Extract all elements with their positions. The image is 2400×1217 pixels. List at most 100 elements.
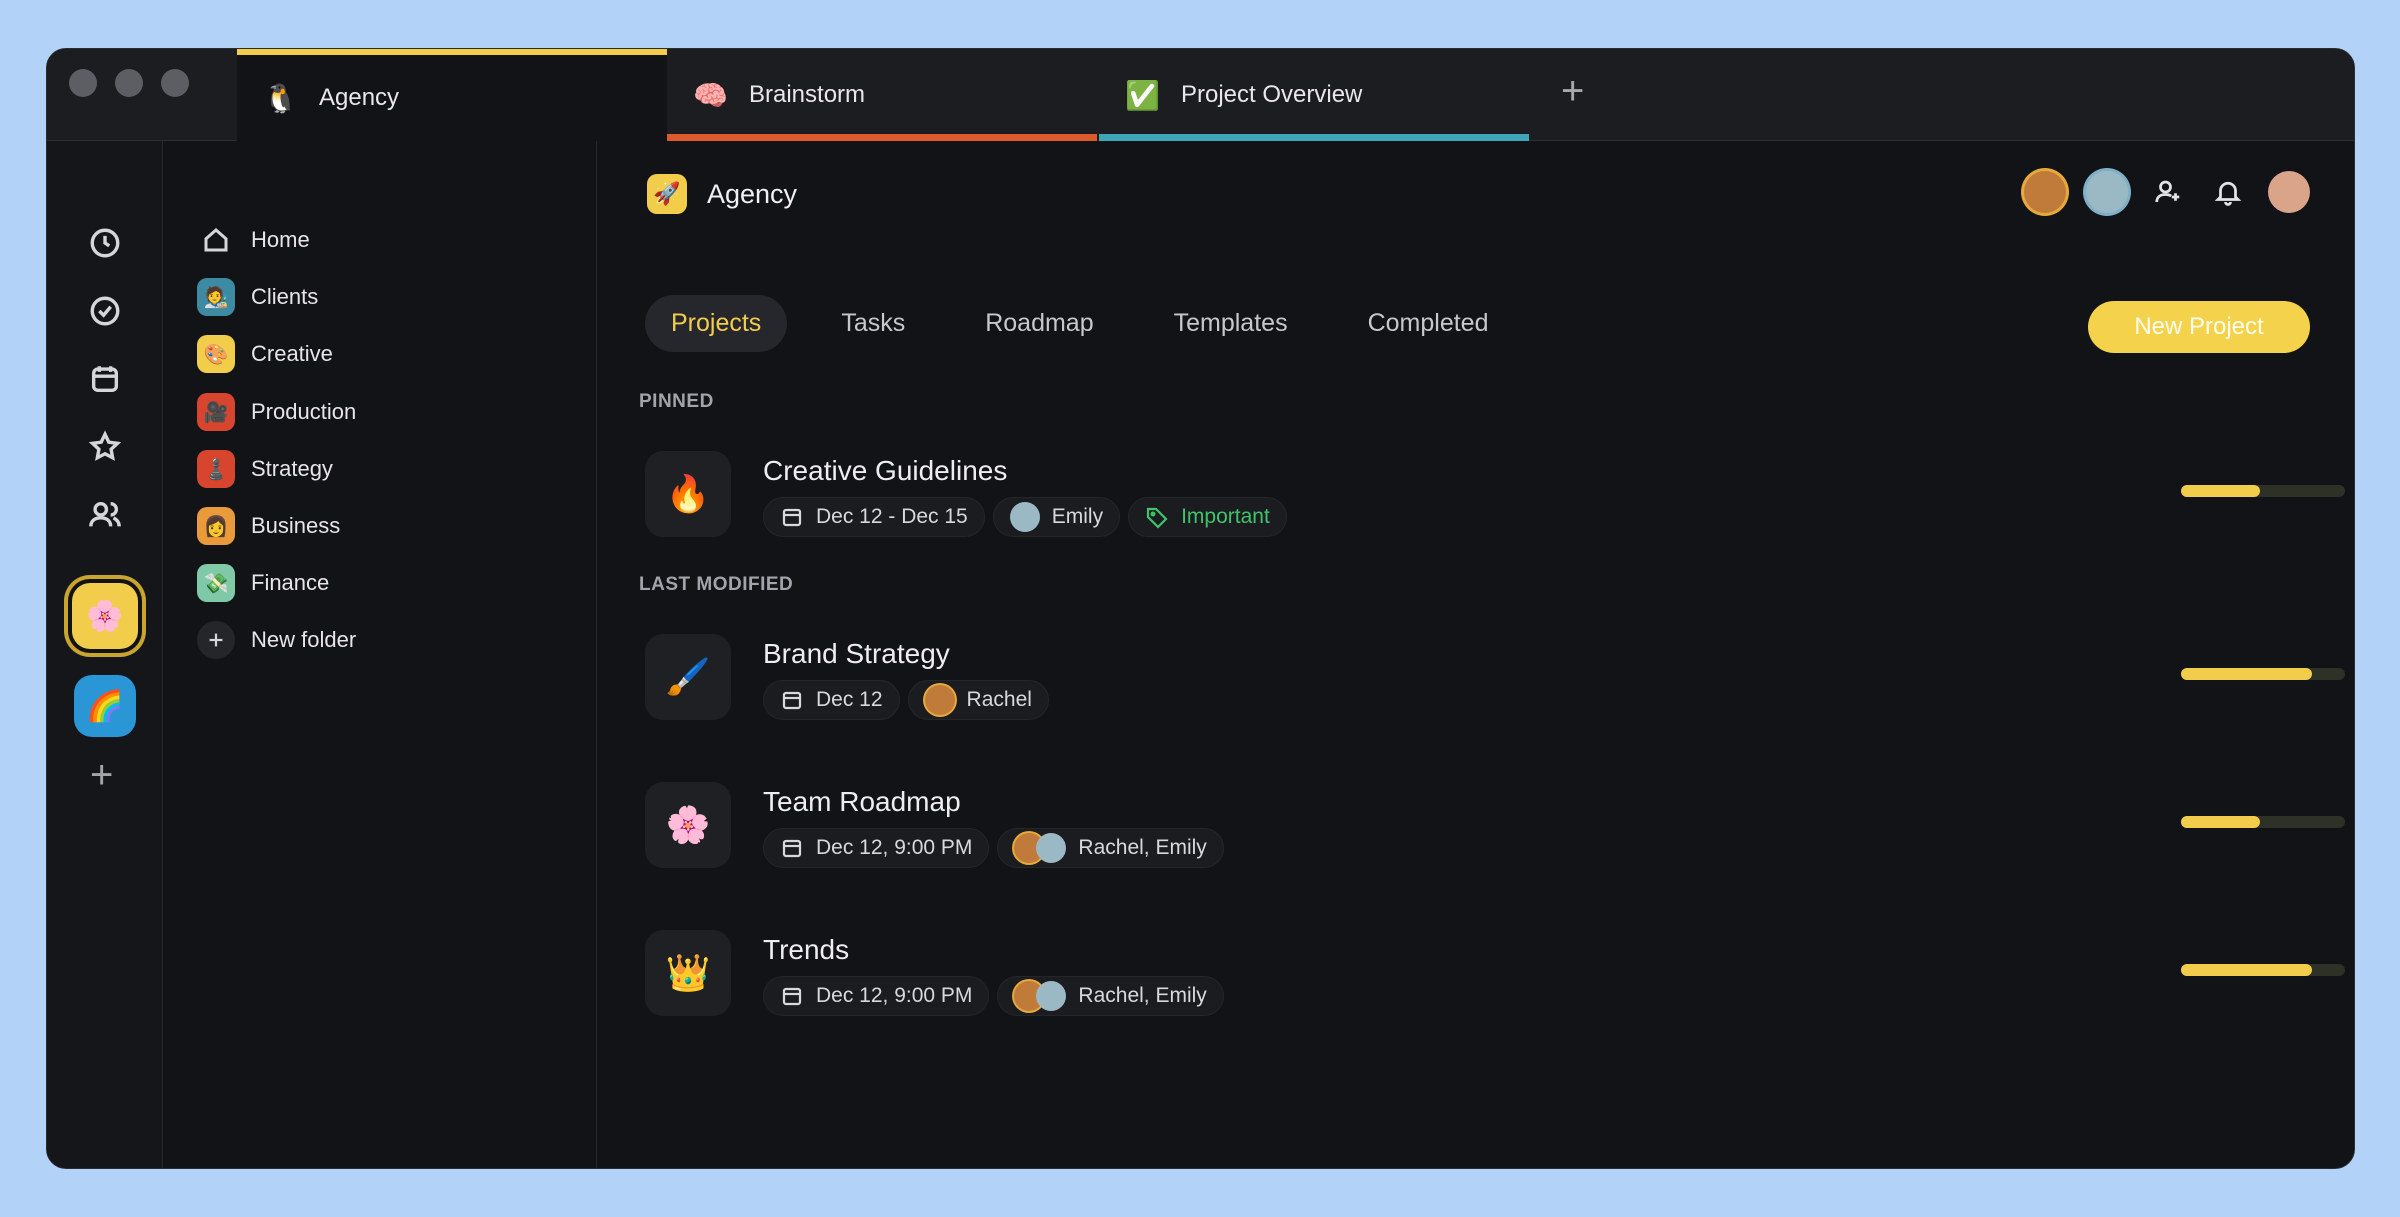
sidebar-item-label: Creative <box>251 341 333 366</box>
progress-bar <box>2181 668 2345 680</box>
close-window-button[interactable] <box>69 69 97 97</box>
flower-icon: 🌸 <box>645 782 731 868</box>
tab-projects[interactable]: Projects <box>645 295 788 352</box>
tab-templates[interactable]: Templates <box>1148 295 1314 352</box>
tab-underline <box>1099 134 1529 141</box>
tab-label: Brainstorm <box>749 81 866 108</box>
project-title[interactable]: Brand Strategy <box>763 638 950 670</box>
people-icon[interactable] <box>85 495 125 535</box>
sidebar-item-label: Finance <box>251 570 330 595</box>
user-avatar[interactable] <box>2268 171 2310 213</box>
calendar-icon[interactable] <box>85 359 125 399</box>
tag-chip[interactable]: Important <box>1128 497 1287 537</box>
rocket-icon: 🚀 <box>647 174 687 214</box>
assignee-chip[interactable]: Rachel, Emily <box>997 828 1224 868</box>
sidebar-item-creative[interactable]: 🎨 Creative <box>197 334 333 374</box>
assignee-label: Emily <box>1051 505 1104 528</box>
project-meta: Dec 12, 9:00 PM Rachel, Emily <box>763 828 1224 868</box>
tab-tasks[interactable]: Tasks <box>815 295 931 352</box>
tab-roadmap[interactable]: Roadmap <box>959 295 1119 352</box>
title-bar: 🐧 Agency 🧠 Brainstorm ✅ Project Overview… <box>47 49 2354 141</box>
space-button-rainbow[interactable]: 🌈 <box>74 675 136 737</box>
check-icon: ✅ <box>1125 79 1160 111</box>
fire-icon: 🔥 <box>645 451 731 537</box>
progress-fill <box>2181 964 2313 976</box>
palette-icon: 🎨 <box>197 335 235 373</box>
sidebar-item-finance[interactable]: 💸 Finance <box>197 563 329 603</box>
camera-icon: 🎥 <box>197 393 235 431</box>
assignee-chip[interactable]: Rachel, Emily <box>997 976 1224 1016</box>
date-label: Dec 12, 9:00 PM <box>816 984 973 1007</box>
date-chip[interactable]: Dec 12, 9:00 PM <box>763 976 990 1016</box>
project-row[interactable]: 🖌️ Brand Strategy Dec 12 Rachel <box>645 634 2345 724</box>
tab-underline <box>667 134 1097 141</box>
crown-icon: 👑 <box>645 930 731 1016</box>
maximize-window-button[interactable] <box>161 69 189 97</box>
avatar <box>924 685 955 715</box>
progress-bar <box>2181 485 2345 497</box>
bell-icon[interactable] <box>2208 172 2248 212</box>
plus-icon <box>197 621 235 659</box>
space-button-flower[interactable]: 🌸 <box>72 583 138 649</box>
section-label-pinned: PINNED <box>639 391 714 412</box>
star-icon[interactable] <box>85 427 125 467</box>
date-chip[interactable]: Dec 12 - Dec 15 <box>763 497 985 537</box>
agency-tab-icon: 🐧 <box>263 82 298 114</box>
workspace-header: 🚀 Agency <box>647 174 797 214</box>
sidebar-item-production[interactable]: 🎥 Production <box>197 392 356 432</box>
sidebar-item-clients[interactable]: 🧑‍🎨 Clients <box>197 277 318 317</box>
date-label: Dec 12 <box>816 688 883 711</box>
tab-agency[interactable]: 🐧 Agency <box>237 49 667 141</box>
tab-label: Agency <box>319 84 400 111</box>
avatar-stack <box>1014 981 1067 1011</box>
calendar-icon <box>782 691 802 710</box>
rainbow-icon: 🌈 <box>86 689 124 723</box>
assignee-label: Rachel, Emily <box>1078 984 1207 1007</box>
tag-label: Important <box>1181 505 1270 528</box>
tab-label: Project Overview <box>1181 81 1363 108</box>
date-chip[interactable]: Dec 12 <box>763 680 900 720</box>
avatar <box>1036 833 1067 863</box>
chess-icon: ♟️ <box>197 450 235 488</box>
sidebar-item-label: Strategy <box>251 456 333 481</box>
icon-rail: 🌸 🌈 + <box>47 141 163 1168</box>
project-title[interactable]: Trends <box>763 934 849 966</box>
tab-project-overview[interactable]: ✅ Project Overview <box>1099 49 1529 141</box>
clients-icon: 🧑‍🎨 <box>197 278 235 316</box>
add-user-icon[interactable] <box>2148 172 2188 212</box>
brain-icon: 🧠 <box>693 79 728 111</box>
tab-brainstorm[interactable]: 🧠 Brainstorm <box>667 49 1097 141</box>
minimize-window-button[interactable] <box>115 69 143 97</box>
project-title[interactable]: Creative Guidelines <box>763 455 1007 487</box>
assignee-chip[interactable]: Emily <box>992 497 1121 537</box>
check-circle-icon[interactable] <box>85 291 125 331</box>
avatar <box>1036 981 1067 1011</box>
project-row[interactable]: 🌸 Team Roadmap Dec 12, 9:00 PM Rachel, E… <box>645 782 2345 872</box>
project-meta: Dec 12, 9:00 PM Rachel, Emily <box>763 976 1224 1016</box>
tab-completed[interactable]: Completed <box>1342 295 1515 352</box>
flower-icon: 🌸 <box>86 599 124 633</box>
sidebar-item-label: Business <box>251 513 341 538</box>
new-folder-button[interactable]: New folder <box>197 620 356 660</box>
avatar[interactable] <box>2024 171 2066 213</box>
sidebar-item-home[interactable]: Home <box>197 220 310 260</box>
avatar[interactable] <box>2086 171 2128 213</box>
folder-sidebar: Home 🧑‍🎨 Clients 🎨 Creative 🎥 Production… <box>163 141 597 1168</box>
clock-icon[interactable] <box>85 223 125 263</box>
sidebar-item-label: Production <box>251 399 357 424</box>
avatar-stack <box>1014 833 1067 863</box>
sidebar-item-strategy[interactable]: ♟️ Strategy <box>197 449 333 489</box>
new-project-button[interactable]: New Project <box>2088 301 2310 353</box>
assignee-label: Rachel, Emily <box>1078 836 1207 859</box>
add-tab-button[interactable]: + <box>1561 71 1584 111</box>
project-row[interactable]: 🔥 Creative Guidelines Dec 12 - Dec 15 Em… <box>645 451 2345 541</box>
assignee-chip[interactable]: Rachel <box>907 680 1049 720</box>
add-space-button[interactable]: + <box>90 753 113 798</box>
project-title[interactable]: Team Roadmap <box>763 786 961 818</box>
sidebar-item-business[interactable]: 👩 Business <box>197 506 340 546</box>
project-row[interactable]: 👑 Trends Dec 12, 9:00 PM Rachel, Emily <box>645 930 2345 1020</box>
person-icon: 👩 <box>197 507 235 545</box>
home-icon <box>197 221 235 259</box>
calendar-icon <box>782 987 802 1006</box>
date-chip[interactable]: Dec 12, 9:00 PM <box>763 828 990 868</box>
